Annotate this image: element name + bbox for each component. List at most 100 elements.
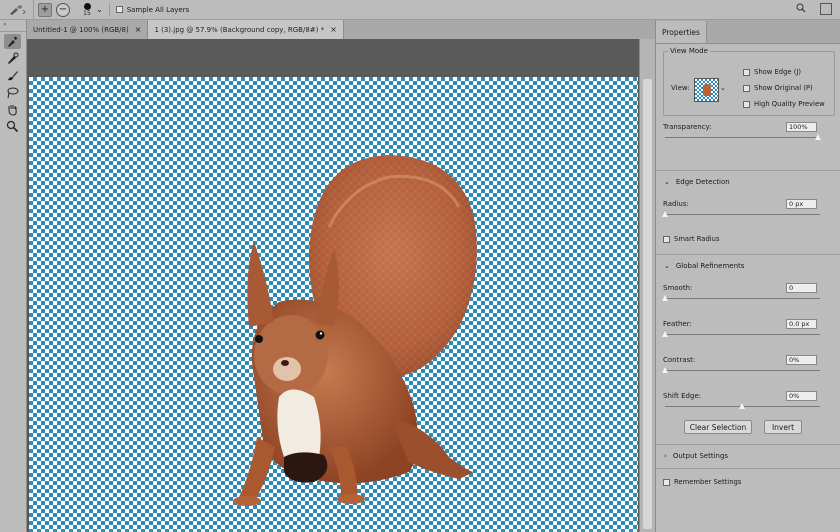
smart-radius-label: Smart Radius <box>674 235 720 243</box>
view-mode-legend: View Mode <box>668 47 710 55</box>
transparency-label: Transparency: <box>663 123 712 131</box>
smooth-slider[interactable] <box>665 298 820 299</box>
divider <box>656 254 840 255</box>
chevron-right-icon: › <box>664 452 667 460</box>
high-quality-preview-checkbox[interactable]: High Quality Preview <box>743 100 825 108</box>
document-workspace <box>27 39 655 532</box>
zoom-icon <box>6 120 19 133</box>
scrollbar-thumb[interactable] <box>643 79 652 529</box>
checkbox-box <box>743 100 750 108</box>
search-icon[interactable] <box>796 3 806 16</box>
properties-panel: Properties View Mode View: ⌄ Show Edge (… <box>655 20 840 532</box>
lasso-tool[interactable] <box>4 85 21 100</box>
view-label: View: <box>671 84 690 92</box>
divider <box>108 2 110 17</box>
image-canvas[interactable] <box>29 77 638 532</box>
shift-edge-label: Shift Edge: <box>663 392 702 400</box>
radius-slider[interactable] <box>665 214 820 215</box>
radius-slider-knob[interactable] <box>662 211 668 217</box>
divider <box>656 468 840 469</box>
checkbox-box <box>115 6 123 13</box>
remember-settings-checkbox[interactable]: Remember Settings <box>663 478 741 486</box>
shift-edge-slider-knob[interactable] <box>739 403 745 409</box>
subtract-from-selection-button[interactable]: − <box>56 2 70 17</box>
sample-all-layers-checkbox[interactable]: Sample All Layers <box>115 5 190 14</box>
lasso-icon <box>7 87 19 99</box>
remember-settings-label: Remember Settings <box>674 478 742 486</box>
hand-tool[interactable] <box>4 102 21 117</box>
tools-panel: » <box>0 20 27 532</box>
vertical-scrollbar[interactable] <box>639 39 655 532</box>
contrast-slider-knob[interactable] <box>662 367 668 373</box>
squirrel-image <box>233 155 477 506</box>
brush-size-value: 15 <box>83 9 91 17</box>
close-icon[interactable]: × <box>330 25 337 34</box>
brush-icon <box>8 71 18 81</box>
plus-icon: + <box>40 3 50 15</box>
invert-button[interactable]: Invert <box>764 420 802 434</box>
zoom-tool[interactable] <box>4 119 21 134</box>
feather-input[interactable]: 0.0 px <box>786 319 817 329</box>
global-refinements-header[interactable]: ⌄ Global Refinements <box>664 262 744 270</box>
high-quality-preview-label: High Quality Preview <box>754 100 825 108</box>
divider <box>656 444 840 445</box>
transparency-slider[interactable] <box>665 137 820 138</box>
tab-label: Untitled-1 @ 100% (RGB/8) <box>33 25 129 34</box>
checkbox-box <box>743 84 750 92</box>
show-edge-label: Show Edge (J) <box>754 68 802 76</box>
add-to-selection-button[interactable]: + <box>38 2 52 17</box>
clear-selection-button[interactable]: Clear Selection <box>684 420 752 434</box>
view-mode-thumbnail[interactable] <box>694 78 719 102</box>
contrast-label: Contrast: <box>663 356 696 364</box>
hand-icon <box>8 105 17 116</box>
radius-label: Radius: <box>663 200 689 208</box>
feather-slider-knob[interactable] <box>662 331 668 337</box>
checkbox-box <box>663 235 670 243</box>
shift-edge-input[interactable]: 0% <box>786 391 817 401</box>
show-original-checkbox[interactable]: Show Original (P) <box>743 84 813 92</box>
tab-squirrel-image[interactable]: 1 (3).jpg @ 57.9% (Background copy, RGB/… <box>148 20 344 39</box>
quick-selection-icon <box>8 36 17 47</box>
minus-icon: − <box>58 3 68 15</box>
contrast-input[interactable]: 0% <box>786 355 817 365</box>
chevron-down-icon[interactable]: ⌄ <box>720 84 726 92</box>
tab-label: 1 (3).jpg @ 57.9% (Background copy, RGB/… <box>154 25 325 34</box>
feather-label: Feather: <box>663 320 692 328</box>
output-settings-header[interactable]: › Output Settings <box>664 452 728 460</box>
radius-input[interactable]: 0 px <box>786 199 817 209</box>
transparency-input[interactable]: 100% <box>786 122 817 132</box>
squirrel-thumbnail-icon <box>702 84 711 96</box>
options-bar: + − 15 ⌄ Sample All Layers <box>0 0 840 20</box>
checkbox-box <box>743 68 750 76</box>
feather-slider[interactable] <box>665 334 820 335</box>
smooth-label: Smooth: <box>663 284 693 292</box>
chevron-down-icon: ⌄ <box>664 178 670 186</box>
smart-radius-checkbox[interactable]: Smart Radius <box>663 235 720 243</box>
transparency-slider-knob[interactable] <box>815 134 821 140</box>
brush-tip-icon <box>83 2 91 10</box>
toolbar-grip[interactable]: » <box>0 20 26 32</box>
chevron-down-icon[interactable]: ⌄ <box>96 5 103 14</box>
checkbox-box <box>663 478 670 486</box>
refine-edge-brush-tool[interactable] <box>4 51 21 66</box>
smooth-input[interactable]: 0 <box>786 283 817 293</box>
chevron-down-icon: ⌄ <box>664 262 670 270</box>
brush-tool[interactable] <box>4 68 21 83</box>
close-icon[interactable]: × <box>135 25 142 34</box>
quick-selection-tool[interactable] <box>4 34 21 49</box>
brush-size-picker[interactable]: 15 <box>80 2 94 17</box>
refine-edge-brush-icon <box>8 52 19 64</box>
show-edge-checkbox[interactable]: Show Edge (J) <box>743 68 801 76</box>
workspace-icon[interactable] <box>820 3 832 15</box>
edge-detection-header[interactable]: ⌄ Edge Detection <box>664 178 730 186</box>
output-settings-title: Output Settings <box>672 452 729 460</box>
divider <box>656 170 840 171</box>
edge-detection-title: Edge Detection <box>675 178 730 186</box>
global-refinements-title: Global Refinements <box>675 262 745 270</box>
tool-preset-picker[interactable] <box>0 0 34 20</box>
tab-untitled-1[interactable]: Untitled-1 @ 100% (RGB/8) × <box>27 20 149 39</box>
tab-properties[interactable]: Properties <box>656 21 707 43</box>
contrast-slider[interactable] <box>665 370 820 371</box>
sample-all-layers-label: Sample All Layers <box>126 5 190 14</box>
smooth-slider-knob[interactable] <box>662 295 668 301</box>
